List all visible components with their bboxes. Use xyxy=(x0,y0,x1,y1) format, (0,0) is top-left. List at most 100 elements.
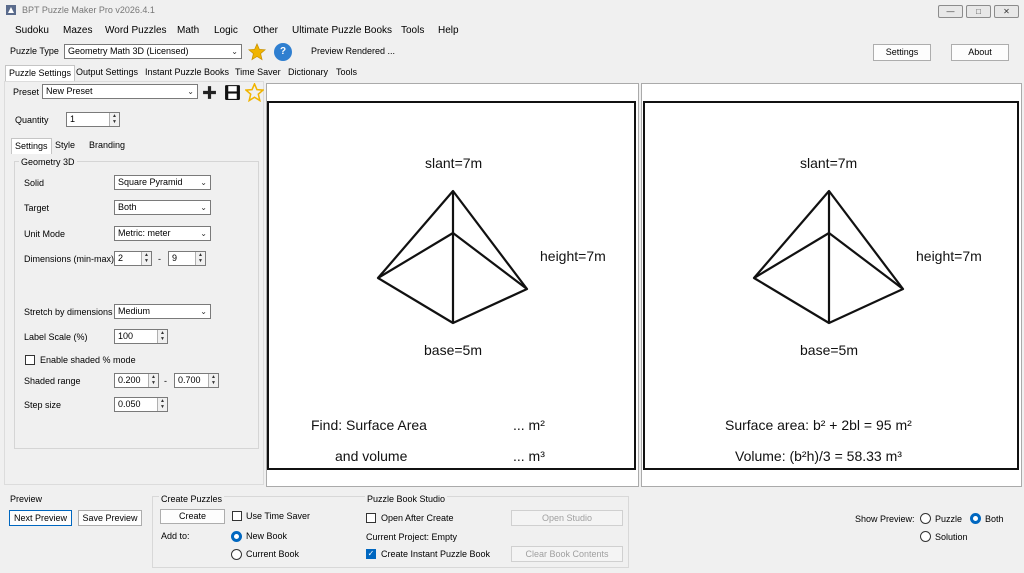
maximize-button[interactable]: □ xyxy=(966,5,991,18)
target-label: Target xyxy=(24,203,50,213)
preview-group-title: Preview xyxy=(10,494,43,504)
open-after-create-label: Open After Create xyxy=(381,513,454,523)
step-size-stepper[interactable]: 0.050 ▲ ▼ xyxy=(114,397,168,412)
help-icon[interactable]: ? xyxy=(274,43,292,61)
spin-arrows-icon[interactable]: ▲ ▼ xyxy=(148,374,158,387)
slant-label: slant=7m xyxy=(425,155,483,171)
current-book-radio[interactable] xyxy=(231,549,242,560)
stretch-label: Stretch by dimensions xyxy=(24,307,113,317)
save-preset-icon[interactable] xyxy=(224,84,241,101)
solid-select[interactable]: Square Pyramid ⌄ xyxy=(114,175,211,190)
create-instant-book-checkbox[interactable]: ✓ xyxy=(366,549,376,559)
menu-mazes[interactable]: Mazes xyxy=(63,25,92,36)
shaded-mode-label: Enable shaded % mode xyxy=(40,355,136,365)
current-book-label: Current Book xyxy=(246,549,300,559)
create-button[interactable]: Create xyxy=(160,509,225,524)
dimensions-min-stepper[interactable]: 2 ▲ ▼ xyxy=(114,251,152,266)
tab-time-saver[interactable]: Time Saver xyxy=(232,65,284,81)
menu-help[interactable]: Help xyxy=(438,25,459,36)
new-book-label: New Book xyxy=(246,531,288,541)
menu-sudoku[interactable]: Sudoku xyxy=(15,25,49,36)
tab-tools[interactable]: Tools xyxy=(333,65,360,81)
menu-logic[interactable]: Logic xyxy=(214,25,238,36)
tab-puzzle-settings[interactable]: Puzzle Settings xyxy=(5,65,76,81)
about-button[interactable]: About xyxy=(951,44,1009,61)
spin-arrows-icon[interactable]: ▲ ▼ xyxy=(157,330,167,343)
app-logo-icon xyxy=(6,5,16,15)
preset-value: New Preset xyxy=(46,86,93,96)
show-solution-label: Solution xyxy=(935,532,968,542)
menu-math[interactable]: Math xyxy=(177,25,199,36)
solution-card: slant=7m height=7m base=5m Surface area:… xyxy=(643,101,1019,470)
tab-branding[interactable]: Branding xyxy=(86,138,128,154)
minimize-button[interactable]: — xyxy=(938,5,963,18)
unit-mode-select[interactable]: Metric: meter ⌄ xyxy=(114,226,211,241)
shaded-range-label: Shaded range xyxy=(24,376,81,386)
target-select[interactable]: Both ⌄ xyxy=(114,200,211,215)
preview-status: Preview Rendered ... xyxy=(311,46,396,56)
question-line-2: and volume xyxy=(335,448,408,464)
question-line-1: Find: Surface Area xyxy=(311,417,427,433)
shaded-range-max-stepper[interactable]: 0.700 ▲ ▼ xyxy=(174,373,219,388)
show-preview-label: Show Preview: xyxy=(855,514,915,524)
spin-arrows-icon[interactable]: ▲ ▼ xyxy=(141,252,151,265)
menu-tools[interactable]: Tools xyxy=(401,25,424,36)
shaded-mode-checkbox[interactable] xyxy=(25,355,35,365)
target-value: Both xyxy=(118,202,137,212)
window-title: BPT Puzzle Maker Pro v2026.4.1 xyxy=(22,5,155,15)
open-after-create-checkbox[interactable] xyxy=(366,513,376,523)
quantity-stepper[interactable]: 1 ▲ ▼ xyxy=(66,112,120,127)
add-preset-icon[interactable] xyxy=(202,85,217,100)
save-preview-button[interactable]: Save Preview xyxy=(78,510,142,526)
tab-settings[interactable]: Settings xyxy=(11,138,52,154)
range-dash: - xyxy=(158,254,161,264)
tab-dictionary[interactable]: Dictionary xyxy=(285,65,331,81)
puzzle-type-value: Geometry Math 3D (Licensed) xyxy=(68,46,189,56)
favorite-star-icon[interactable] xyxy=(248,43,266,61)
label-scale-value: 100 xyxy=(118,331,134,341)
preset-select[interactable]: New Preset ⌄ xyxy=(42,84,198,99)
dimensions-max-value: 9 xyxy=(172,253,178,263)
next-preview-button[interactable]: Next Preview xyxy=(9,510,72,526)
menu-bar: Sudoku Mazes Word Puzzles Math Logic Oth… xyxy=(0,22,1024,40)
surface-area-answer: Surface area: b² + 2bl = 95 m² xyxy=(725,417,912,433)
add-to-label: Add to: xyxy=(161,531,190,541)
spin-arrows-icon[interactable]: ▲ ▼ xyxy=(109,113,119,126)
step-size-label: Step size xyxy=(24,400,62,410)
base-label: base=5m xyxy=(800,342,858,358)
tab-style[interactable]: Style xyxy=(52,138,78,154)
puzzle-card: slant=7m height=7m base=5m Find: Surface… xyxy=(267,101,636,470)
unit-mode-label: Unit Mode xyxy=(24,229,66,239)
puzzle-type-select[interactable]: Geometry Math 3D (Licensed) ⌄ xyxy=(64,44,242,59)
new-book-radio[interactable] xyxy=(231,531,242,542)
show-both-radio[interactable] xyxy=(970,513,981,524)
open-studio-button[interactable]: Open Studio xyxy=(511,510,623,526)
shaded-range-max-value: 0.700 xyxy=(178,375,201,385)
show-solution-radio[interactable] xyxy=(920,531,931,542)
height-label: height=7m xyxy=(540,248,606,264)
favorite-preset-star-icon[interactable] xyxy=(245,83,264,102)
stretch-select[interactable]: Medium ⌄ xyxy=(114,304,211,319)
use-time-saver-checkbox[interactable] xyxy=(232,511,242,521)
menu-other[interactable]: Other xyxy=(253,25,278,36)
solid-label: Solid xyxy=(24,178,45,188)
spin-arrows-icon[interactable]: ▲ ▼ xyxy=(157,398,167,411)
answer-blank-1: ... m² xyxy=(513,417,545,433)
shaded-range-min-stepper[interactable]: 0.200 ▲ ▼ xyxy=(114,373,159,388)
tab-output-settings[interactable]: Output Settings xyxy=(73,65,141,81)
spin-arrows-icon[interactable]: ▲ ▼ xyxy=(195,252,205,265)
menu-word-puzzles[interactable]: Word Puzzles xyxy=(105,25,167,36)
chevron-down-icon: ⌄ xyxy=(200,229,207,238)
menu-ultimate-puzzle-books[interactable]: Ultimate Puzzle Books xyxy=(292,25,392,36)
tab-instant-puzzle-books[interactable]: Instant Puzzle Books xyxy=(142,65,232,81)
show-puzzle-radio[interactable] xyxy=(920,513,931,524)
clear-book-contents-button[interactable]: Clear Book Contents xyxy=(511,546,623,562)
chevron-down-icon: ⌄ xyxy=(231,47,238,56)
label-scale-stepper[interactable]: 100 ▲ ▼ xyxy=(114,329,168,344)
title-bar: BPT Puzzle Maker Pro v2026.4.1 — □ ✕ xyxy=(0,0,1024,22)
settings-button[interactable]: Settings xyxy=(873,44,931,61)
close-button[interactable]: ✕ xyxy=(994,5,1019,18)
dimensions-max-stepper[interactable]: 9 ▲ ▼ xyxy=(168,251,206,266)
chevron-down-icon: ⌄ xyxy=(187,87,194,96)
spin-arrows-icon[interactable]: ▲ ▼ xyxy=(208,374,218,387)
